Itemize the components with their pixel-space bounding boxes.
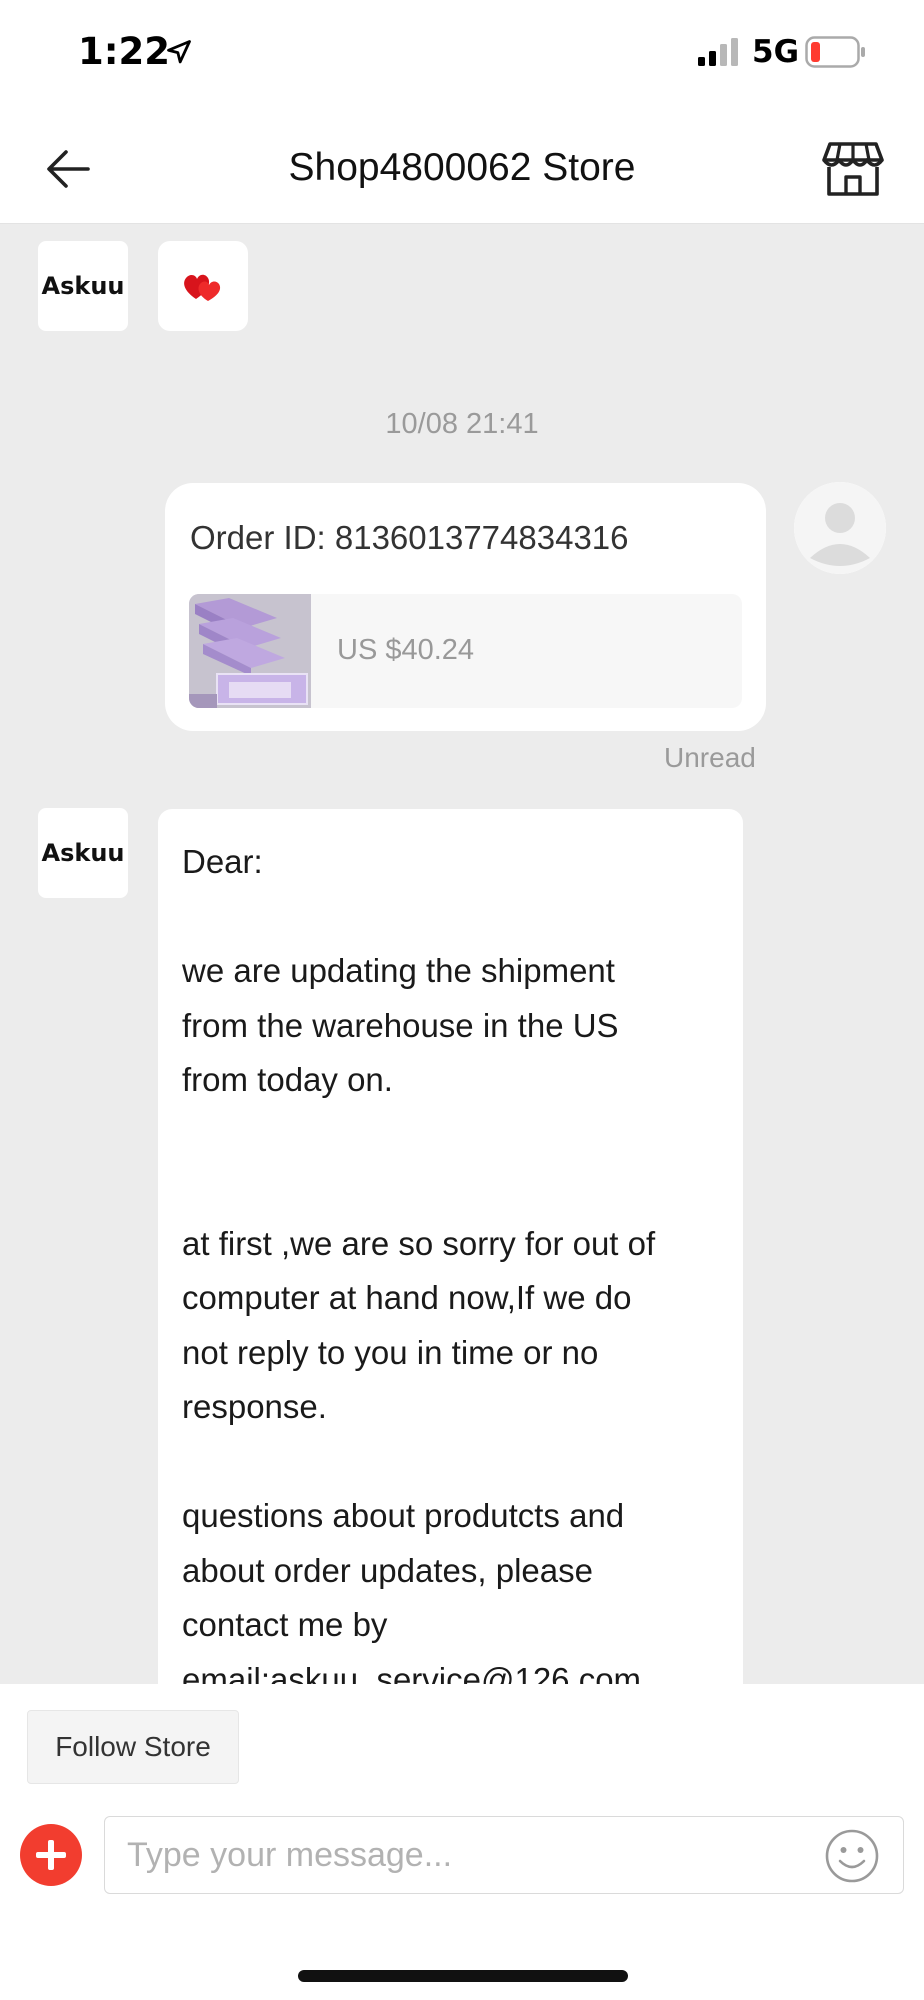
store-icon[interactable] (822, 140, 884, 198)
emoji-icon[interactable] (824, 1828, 880, 1884)
signal-icon (698, 38, 738, 66)
hearts-icon (184, 274, 221, 301)
message-timestamp: 10/08 21:41 (385, 408, 539, 440)
page-title: Shop4800062 Store (288, 146, 636, 189)
chat-area[interactable]: Askuu 10/08 21:41 Order ID: 813601377483… (0, 224, 924, 1684)
battery-icon (805, 36, 865, 68)
order-id: Order ID: 8136013774834316 (190, 519, 629, 556)
network-label: 5G (752, 34, 800, 70)
message-line: from today on. (182, 1061, 393, 1098)
location-arrow-icon (167, 40, 191, 64)
store-message-bubble[interactable]: Dear: we are updating the shipment from … (158, 809, 743, 1684)
message-line (182, 1108, 719, 1163)
status-bar: 1:22 5G (0, 0, 924, 110)
sticker-message (158, 241, 248, 331)
user-avatar[interactable] (794, 482, 886, 574)
home-indicator[interactable] (298, 1970, 628, 1982)
message-line: computer at hand now,If we do (182, 1279, 632, 1316)
message-line (182, 1162, 719, 1217)
order-product-row[interactable]: US $40.24 (189, 594, 742, 708)
message-line: email:askuu_service@126.com (182, 1660, 642, 1685)
message-line: questions about produtcts and (182, 1497, 625, 1534)
message-line: not reply to you in time or no (182, 1333, 599, 1371)
read-status: Unread (664, 742, 756, 773)
message-line: contact me by (182, 1606, 388, 1643)
message-line: response. (182, 1388, 327, 1425)
chat-footer: Follow Store (0, 1684, 924, 2000)
product-thumbnail (189, 594, 311, 708)
message-line: at first ,we are so sorry for out of (182, 1224, 656, 1262)
message-line (182, 890, 719, 945)
status-time: 1:22 (78, 30, 171, 73)
follow-store-button[interactable]: Follow Store (27, 1710, 239, 1784)
order-card[interactable]: Order ID: 8136013774834316 US $40.24 (165, 483, 766, 731)
store-avatar[interactable]: Askuu (38, 808, 128, 898)
chat-header: Shop4800062 Store (0, 110, 924, 224)
plus-icon[interactable] (20, 1824, 82, 1886)
message-line: we are updating the shipment (182, 952, 615, 989)
store-avatar[interactable]: Askuu (38, 241, 128, 331)
message-line: Dear: (182, 843, 263, 880)
product-price: US $40.24 (337, 634, 475, 666)
user-placeholder-icon (794, 482, 886, 574)
message-line: about order updates, please (182, 1551, 593, 1589)
message-line (182, 1435, 719, 1490)
message-input[interactable] (104, 1816, 904, 1894)
message-line: from the warehouse in the US (182, 1006, 619, 1044)
